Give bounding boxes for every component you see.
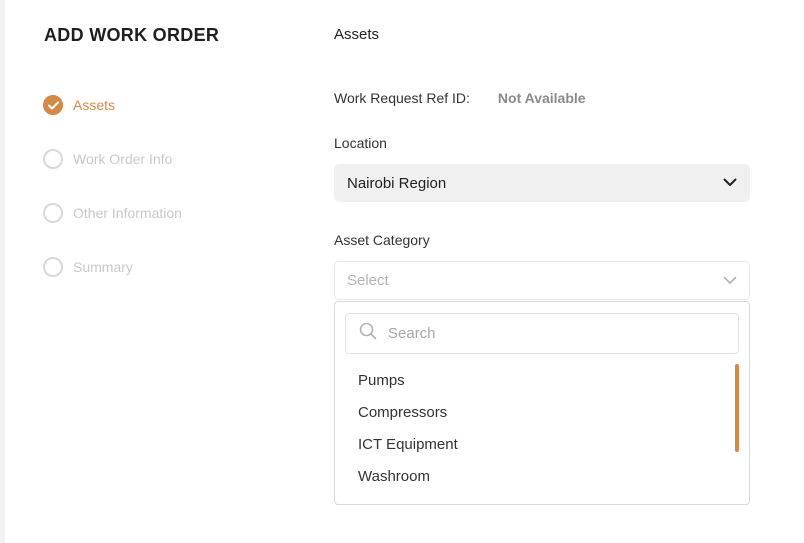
step-circle-icon <box>43 203 63 223</box>
asset-category-placeholder: Select <box>347 272 389 289</box>
step-label: Assets <box>73 97 116 113</box>
option-item[interactable]: Pumps <box>358 369 458 401</box>
step-label: Work Order Info <box>73 151 173 167</box>
asset-category-select[interactable]: Select <box>334 261 750 300</box>
step-summary[interactable]: Summary <box>43 256 182 278</box>
left-edge-bar <box>0 0 5 543</box>
search-icon <box>359 322 377 345</box>
chevron-down-icon <box>723 174 737 192</box>
option-item[interactable]: Compressors <box>358 401 458 433</box>
option-list: Pumps Compressors ICT Equipment Washroom <box>358 369 458 497</box>
section-title: Assets <box>334 26 380 43</box>
step-label: Summary <box>73 259 133 275</box>
option-item[interactable]: Washroom <box>358 465 458 497</box>
step-work-order-info[interactable]: Work Order Info <box>43 148 182 170</box>
check-icon <box>43 95 63 115</box>
chevron-down-icon <box>723 272 737 290</box>
step-circle-icon <box>43 149 63 169</box>
asset-category-dropdown: Pumps Compressors ICT Equipment Washroom <box>334 301 750 505</box>
location-value: Nairobi Region <box>347 174 447 192</box>
ref-id-value: Not Available <box>497 90 586 106</box>
step-circle-icon <box>43 257 63 277</box>
location-label: Location <box>334 135 387 151</box>
asset-category-label: Asset Category <box>334 232 430 248</box>
step-label: Other Information <box>73 205 182 221</box>
stepper: Assets Work Order Info Other Information… <box>43 94 182 310</box>
ref-id-row: Work Request Ref ID: Not Available <box>334 90 586 106</box>
location-select[interactable]: Nairobi Region <box>334 164 750 202</box>
search-box[interactable] <box>345 313 739 354</box>
ref-id-label: Work Request Ref ID: <box>334 90 470 106</box>
step-other-information[interactable]: Other Information <box>43 202 182 224</box>
page-title: ADD WORK ORDER <box>44 25 220 45</box>
option-item[interactable]: ICT Equipment <box>358 433 458 465</box>
step-assets[interactable]: Assets <box>43 94 182 116</box>
search-input[interactable] <box>388 325 718 342</box>
dropdown-scrollbar[interactable] <box>735 364 739 452</box>
